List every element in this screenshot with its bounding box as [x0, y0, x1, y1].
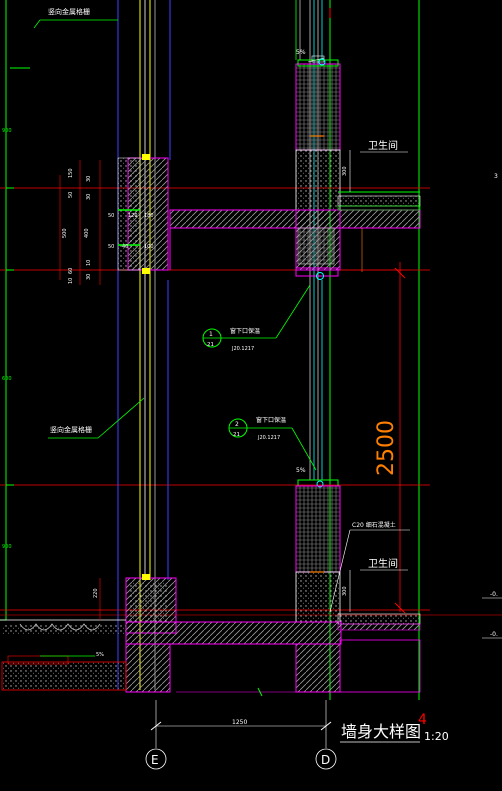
d300-upper: 300	[342, 166, 348, 176]
slab-dim-120: 120	[128, 213, 138, 219]
wall-section-drawing: 900 600 900 5% 150 30 30 50 500 400 60 1…	[0, 0, 502, 770]
axis-d-label: D	[321, 753, 330, 767]
title-number: 4	[418, 712, 427, 728]
d300-lower: 300	[342, 586, 348, 596]
callout-1: 1 21 窗下口保温 J20.1217	[202, 284, 311, 352]
slab-dim-50: 50	[108, 213, 114, 219]
level-lines	[0, 67, 502, 616]
dim-150: 150	[68, 168, 74, 178]
right-edge-3: 3	[494, 173, 498, 180]
dim-30c: 30	[86, 274, 92, 280]
callout-1-ref: J20.1217	[231, 346, 254, 352]
grid-axes: 1250 E D	[145, 700, 337, 770]
label-curtain-top: 竖向金属格栅	[48, 7, 90, 16]
left-axis: 900 600 900	[2, 128, 14, 550]
slope-bottom: 5%	[96, 652, 104, 658]
label-curtain-mid: 竖向金属格栅	[50, 425, 92, 434]
dim-10b: 10	[68, 278, 74, 284]
ground-area: 5% 220	[0, 578, 127, 691]
dim-2500-text: 2500	[374, 420, 399, 476]
callout-1-num: 1	[209, 331, 213, 338]
callout-2-text: 窗下口保温	[256, 416, 286, 424]
top-label: 竖向金属格栅	[33, 7, 118, 29]
right-edge: 3 -0. -0.	[482, 173, 502, 639]
lower-slab	[125, 574, 421, 697]
title-scale: 1:20	[424, 730, 449, 743]
label-bathroom-lower: 卫生间	[368, 557, 398, 570]
drawing-title: 墙身大样图 4 1:20	[340, 712, 449, 743]
right-edge-a: -0.	[490, 591, 498, 598]
label-c20: C20 细石混凝土	[352, 521, 396, 529]
callout-1-text: 窗下口保温	[230, 327, 260, 335]
axis-e-label: E	[151, 753, 159, 767]
bathroom-lower: 卫生间 300	[342, 557, 408, 612]
left-axis-600: 600	[2, 376, 12, 382]
label-bathroom-upper: 卫生间	[368, 139, 398, 152]
callout-2-sheet: 21	[233, 432, 240, 438]
title-text: 墙身大样图	[341, 722, 421, 741]
dim-10a: 10	[86, 260, 92, 266]
dim-60: 60	[68, 268, 74, 274]
right-edge-b: -0.	[490, 631, 498, 638]
slab-dim2-50: 50	[108, 244, 114, 250]
left-axis-900-a: 900	[2, 128, 12, 134]
frame-lines	[0, 0, 420, 700]
dim-400: 400	[84, 228, 90, 238]
left-axis-900-b: 900	[2, 544, 12, 550]
dim-500: 500	[62, 228, 68, 238]
d220: 220	[93, 588, 99, 598]
slope-lower: 5%	[296, 467, 306, 474]
dim-50: 50	[68, 192, 74, 198]
dim-30b: 30	[86, 194, 92, 200]
dim-30a: 30	[86, 176, 92, 182]
dim-1250: 1250	[232, 719, 247, 726]
callout-2: 2 21 窗下口保温 J20.1217	[228, 416, 317, 471]
slab-dim2-100: 100	[144, 244, 154, 250]
upper-left-stub	[117, 154, 169, 274]
slab-dim2-40: 40	[122, 244, 128, 250]
slope-upper: 5%	[296, 49, 306, 56]
callout-1-sheet: 21	[207, 342, 214, 348]
slab-dim-180: 180	[144, 213, 154, 219]
callout-2-num: 2	[235, 421, 239, 428]
callout-2-ref: J20.1217	[257, 435, 280, 441]
upper-slab	[169, 191, 421, 280]
mid-label: 竖向金属格栅	[48, 397, 145, 439]
